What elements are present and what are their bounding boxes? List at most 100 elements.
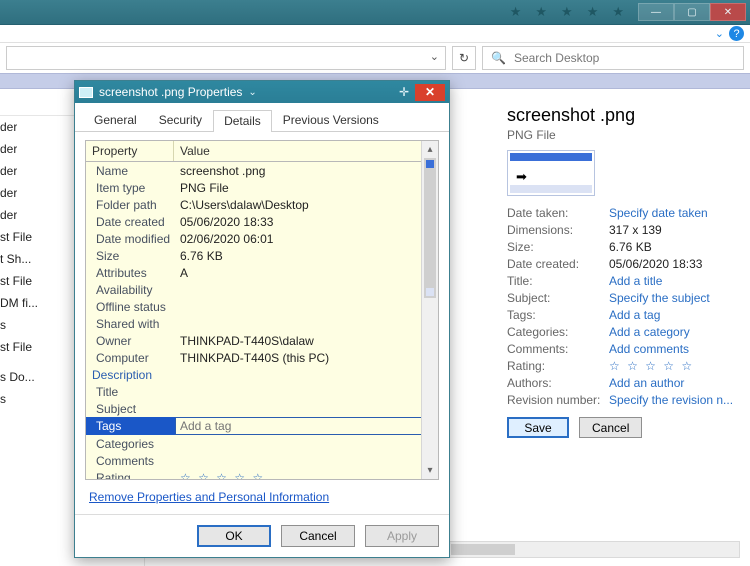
meta-value-editable[interactable]: Add an author bbox=[609, 376, 736, 390]
tab-security[interactable]: Security bbox=[148, 109, 213, 131]
tags-input[interactable] bbox=[175, 417, 437, 435]
file-icon bbox=[79, 87, 93, 98]
item-name: der bbox=[0, 186, 17, 200]
property-value: 6.76 KB bbox=[174, 247, 438, 264]
file-type: PNG File bbox=[507, 128, 736, 142]
meta-value-editable[interactable]: Add comments bbox=[609, 342, 736, 356]
search-input[interactable]: 🔍 Search Desktop bbox=[482, 46, 744, 70]
scroll-down-icon[interactable]: ▾ bbox=[422, 462, 438, 479]
item-name: der bbox=[0, 120, 17, 134]
section-description: Description bbox=[86, 366, 438, 383]
property-row[interactable]: AttributesA bbox=[86, 264, 438, 281]
property-row[interactable]: ComputerTHINKPAD-T440S (this PC) bbox=[86, 349, 438, 366]
property-grid-header: Property Value bbox=[86, 141, 438, 162]
dialog-cancel-button[interactable]: Cancel bbox=[281, 525, 355, 547]
save-button[interactable]: Save bbox=[507, 417, 569, 438]
property-row[interactable]: OwnerTHINKPAD-T440S\dalaw bbox=[86, 332, 438, 349]
property-row[interactable]: Offline status bbox=[86, 298, 438, 315]
property-row[interactable]: Namescreenshot .png bbox=[86, 162, 438, 179]
property-key: Item type bbox=[86, 179, 174, 196]
titlebar-stars: ★ ★ ★ ★ ★ bbox=[510, 4, 624, 20]
minimize-button[interactable]: — bbox=[638, 3, 674, 21]
address-bar: ⌄ ↻ 🔍 Search Desktop bbox=[0, 43, 750, 73]
dialog-close-button[interactable]: ✕ bbox=[415, 84, 445, 101]
tab-previous-versions[interactable]: Previous Versions bbox=[272, 109, 390, 131]
ribbon-expand-icon[interactable]: ⌄ bbox=[715, 27, 724, 40]
property-key: Date created bbox=[86, 213, 174, 230]
meta-value-editable[interactable]: Add a title bbox=[609, 274, 736, 288]
rating-stars[interactable]: ☆ ☆ ☆ ☆ ☆ bbox=[180, 471, 265, 480]
meta-value-editable[interactable]: Add a tag bbox=[609, 308, 736, 322]
meta-value-editable[interactable]: Specify date taken bbox=[609, 206, 736, 220]
property-value bbox=[174, 400, 438, 417]
property-key: Categories bbox=[86, 435, 174, 452]
horizontal-scrollbar[interactable] bbox=[430, 541, 740, 558]
scrollbar-thumb[interactable] bbox=[451, 544, 515, 555]
property-row-tags[interactable]: Tags bbox=[86, 417, 438, 435]
ok-button[interactable]: OK bbox=[197, 525, 271, 547]
metadata-grid: Date taken:Specify date takenDimensions:… bbox=[507, 206, 736, 407]
item-name: der bbox=[0, 142, 17, 156]
dialog-button-bar: OK Cancel Apply bbox=[75, 514, 449, 557]
chevron-down-icon[interactable]: ⌄ bbox=[430, 50, 439, 63]
property-key: Availability bbox=[86, 281, 174, 298]
property-row[interactable]: Folder pathC:\Users\dalaw\Desktop bbox=[86, 196, 438, 213]
meta-key: Date created: bbox=[507, 257, 605, 271]
meta-key: Rating: bbox=[507, 359, 605, 373]
header-value[interactable]: Value bbox=[174, 141, 216, 161]
chevron-down-icon[interactable]: ⌄ bbox=[248, 87, 256, 98]
property-row[interactable]: Rating☆ ☆ ☆ ☆ ☆ bbox=[86, 469, 438, 479]
property-row[interactable]: Date created05/06/2020 18:33 bbox=[86, 213, 438, 230]
property-row[interactable]: Availability bbox=[86, 281, 438, 298]
property-key: Comments bbox=[86, 452, 174, 469]
location-box[interactable]: ⌄ bbox=[6, 46, 446, 70]
property-row[interactable]: Subject bbox=[86, 400, 438, 417]
property-row[interactable]: Shared with bbox=[86, 315, 438, 332]
property-key: Title bbox=[86, 383, 174, 400]
property-row[interactable]: Date modified02/06/2020 06:01 bbox=[86, 230, 438, 247]
property-row[interactable]: Categories bbox=[86, 435, 438, 452]
dialog-tabs: GeneralSecurityDetailsPrevious Versions bbox=[75, 103, 449, 132]
pin-icon[interactable]: ✛ bbox=[399, 85, 409, 99]
meta-key: Revision number: bbox=[507, 393, 605, 407]
apply-button[interactable]: Apply bbox=[365, 525, 439, 547]
meta-key: Tags: bbox=[507, 308, 605, 322]
meta-value: 6.76 KB bbox=[609, 240, 736, 254]
property-row[interactable]: Size6.76 KB bbox=[86, 247, 438, 264]
tab-details[interactable]: Details bbox=[213, 110, 272, 132]
property-key: Date modified bbox=[86, 230, 174, 247]
dialog-titlebar[interactable]: screenshot .png Properties ⌄ ✛ ✕ bbox=[75, 81, 449, 103]
header-property[interactable]: Property bbox=[86, 141, 174, 161]
meta-value-editable[interactable]: Add a category bbox=[609, 325, 736, 339]
property-row[interactable]: Item typePNG File bbox=[86, 179, 438, 196]
property-grid[interactable]: Property Value Namescreenshot .pngItem t… bbox=[85, 140, 439, 480]
item-name: t Sh... bbox=[0, 252, 31, 266]
refresh-button[interactable]: ↻ bbox=[452, 46, 476, 70]
property-row[interactable]: Title bbox=[86, 383, 438, 400]
close-button[interactable]: ✕ bbox=[710, 3, 746, 21]
item-name: der bbox=[0, 164, 17, 178]
star-icon: ★ bbox=[510, 4, 522, 20]
meta-key: Date taken: bbox=[507, 206, 605, 220]
rating-stars[interactable]: ☆ ☆ ☆ ☆ ☆ bbox=[609, 359, 736, 373]
remove-properties-link[interactable]: Remove Properties and Personal Informati… bbox=[89, 490, 439, 504]
meta-key: Categories: bbox=[507, 325, 605, 339]
cancel-button[interactable]: Cancel bbox=[579, 417, 642, 438]
maximize-button[interactable]: ▢ bbox=[674, 3, 710, 21]
item-name: s Do... bbox=[0, 370, 35, 384]
scroll-up-icon[interactable]: ▴ bbox=[422, 141, 438, 158]
search-placeholder: Search Desktop bbox=[514, 51, 599, 65]
meta-value-editable[interactable]: Specify the revision n... bbox=[609, 393, 736, 407]
meta-key: Size: bbox=[507, 240, 605, 254]
tab-general[interactable]: General bbox=[83, 109, 148, 131]
property-value bbox=[174, 435, 438, 452]
window-titlebar: ★ ★ ★ ★ ★ — ▢ ✕ bbox=[0, 0, 750, 25]
thumbnail: ➡ bbox=[507, 150, 595, 196]
vertical-scrollbar[interactable]: ▴ ▾ bbox=[421, 141, 438, 479]
scrollbar-thumb[interactable] bbox=[424, 158, 436, 298]
star-icon: ★ bbox=[535, 4, 547, 20]
property-value: THINKPAD-T440S\dalaw bbox=[174, 332, 438, 349]
help-icon[interactable]: ? bbox=[729, 26, 744, 41]
meta-value-editable[interactable]: Specify the subject bbox=[609, 291, 736, 305]
property-row[interactable]: Comments bbox=[86, 452, 438, 469]
